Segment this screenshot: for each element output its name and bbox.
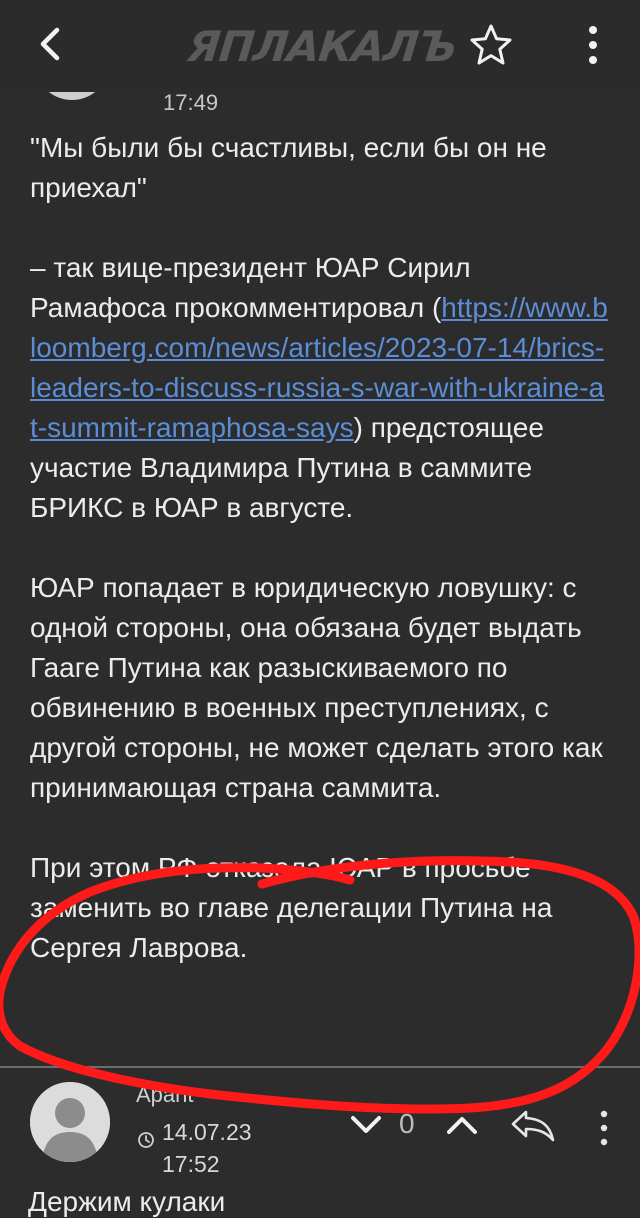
post-paragraph-highlighted: При этом РФ отказала ЮАР в просьбе замен… bbox=[30, 852, 553, 963]
back-button[interactable] bbox=[28, 22, 72, 66]
vote-down-button[interactable] bbox=[346, 1110, 386, 1140]
post-time: 17:49 bbox=[163, 90, 219, 115]
chevron-up-icon bbox=[447, 1117, 477, 1134]
comment-time: 17:52 bbox=[162, 1151, 220, 1177]
comment-author[interactable]: Apant bbox=[136, 1082, 194, 1108]
more-vertical-icon bbox=[600, 1110, 608, 1146]
post-quote: "Мы были бы счастливы, если бы он не при… bbox=[30, 132, 547, 203]
user-placeholder-icon bbox=[30, 1082, 110, 1162]
reply-icon bbox=[511, 1110, 555, 1142]
vote-up-button[interactable] bbox=[442, 1110, 482, 1140]
star-outline-icon bbox=[470, 24, 512, 65]
app-screen: ЯПЛАКАЛЪ 17:49 "Мы были бы счастливы, ес… bbox=[0, 0, 640, 1218]
logo-text: ЯПЛАКАЛЪ bbox=[185, 21, 459, 71]
comment-rating: 0 bbox=[399, 1108, 415, 1139]
comment-menu-button[interactable] bbox=[596, 1106, 612, 1150]
post-paragraph: ЮАР попадает в юридическую ловушку: с од… bbox=[30, 572, 603, 803]
reply-button[interactable] bbox=[508, 1106, 558, 1146]
overflow-menu-button[interactable] bbox=[578, 22, 608, 68]
post-paragraph: – так вице-президент ЮАР Сирил Рамафоса … bbox=[30, 248, 610, 528]
post-text: – так вице-президент ЮАР Сирил Рамафоса … bbox=[30, 252, 471, 323]
top-app-bar: ЯПЛАКАЛЪ bbox=[0, 0, 640, 92]
more-vertical-icon bbox=[589, 26, 597, 64]
comment-avatar[interactable] bbox=[30, 1082, 110, 1162]
comment-text: Держим кулаки bbox=[28, 1186, 226, 1217]
site-logo[interactable]: ЯПЛАКАЛЪ bbox=[185, 18, 458, 74]
comment-divider bbox=[0, 1066, 640, 1068]
comment-date: 14.07.23 bbox=[162, 1119, 252, 1145]
chevron-left-icon bbox=[40, 27, 60, 61]
clock-icon bbox=[138, 1132, 154, 1148]
post-body: "Мы были бы счастливы, если бы он не при… bbox=[30, 128, 610, 1008]
comment-timestamp: 14.07.23 17:52 bbox=[162, 1116, 252, 1180]
chevron-down-icon bbox=[351, 1116, 381, 1133]
favorite-button[interactable] bbox=[468, 22, 514, 68]
